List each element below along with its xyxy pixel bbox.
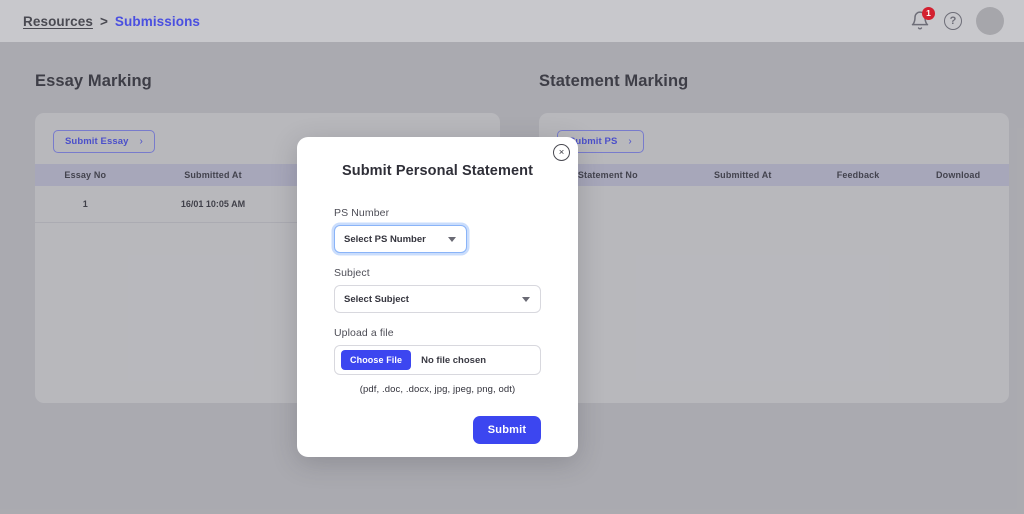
notification-badge: 1 bbox=[922, 7, 935, 20]
ps-number-select[interactable]: Select PS Number bbox=[334, 225, 467, 253]
submit-personal-statement-modal: × Submit Personal Statement PS Number Se… bbox=[297, 137, 578, 457]
subject-value: Select Subject bbox=[344, 293, 409, 305]
field-subject: Subject Select Subject bbox=[334, 267, 541, 313]
breadcrumb: Resources > Submissions bbox=[23, 14, 200, 29]
file-name-text: No file chosen bbox=[421, 354, 487, 366]
close-icon[interactable]: × bbox=[553, 144, 570, 161]
user-avatar[interactable] bbox=[976, 7, 1004, 35]
label-ps-number: PS Number bbox=[334, 207, 390, 219]
notifications-button[interactable]: 1 bbox=[910, 7, 935, 32]
modal-body: PS Number Select PS Number Subject Selec… bbox=[297, 207, 578, 444]
modal-footer: Submit bbox=[334, 416, 541, 444]
breadcrumb-link-resources[interactable]: Resources bbox=[23, 14, 93, 29]
upload-hint-text: (pdf, .doc, .docx, jpg, jpeg, png, odt) bbox=[359, 384, 516, 395]
top-bar: Resources > Submissions 1 ? bbox=[0, 0, 1024, 42]
label-upload-a-file: Upload a file bbox=[334, 327, 394, 339]
submit-button[interactable]: Submit bbox=[473, 416, 541, 444]
help-circle-icon[interactable]: ? bbox=[944, 12, 962, 30]
breadcrumb-current-submissions[interactable]: Submissions bbox=[115, 14, 200, 29]
modal-title: Submit Personal Statement bbox=[341, 163, 534, 179]
field-upload: Upload a file Choose File No file chosen… bbox=[334, 327, 541, 395]
ps-number-value: Select PS Number bbox=[344, 233, 426, 245]
chevron-down-icon bbox=[448, 236, 456, 242]
file-input[interactable]: Choose File No file chosen bbox=[334, 345, 541, 375]
label-subject: Subject bbox=[334, 267, 370, 279]
field-ps-number: PS Number Select PS Number bbox=[334, 207, 541, 253]
chevron-down-icon bbox=[522, 296, 530, 302]
subject-select[interactable]: Select Subject bbox=[334, 285, 541, 313]
topbar-actions: 1 ? bbox=[910, 7, 1004, 35]
breadcrumb-separator: > bbox=[99, 13, 108, 29]
choose-file-button[interactable]: Choose File bbox=[341, 350, 412, 370]
